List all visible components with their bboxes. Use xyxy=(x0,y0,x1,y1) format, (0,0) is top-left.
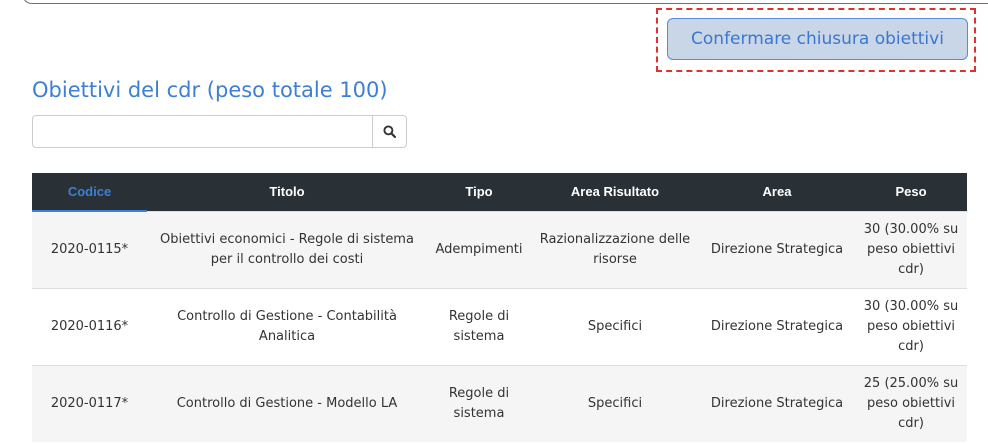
objectives-table: Codice Titolo Tipo Area Risultato Area P… xyxy=(32,173,967,442)
confirm-close-objectives-button[interactable]: Confermare chiusura obiettivi xyxy=(667,18,968,60)
cell-codice: 2020-0116* xyxy=(32,287,147,365)
cell-peso: 25 (25.00% su peso obiettivi cdr) xyxy=(855,364,967,442)
cell-area-risultato: Specifici xyxy=(531,287,699,365)
search-input[interactable] xyxy=(32,115,372,148)
table-header-row: Codice Titolo Tipo Area Risultato Area P… xyxy=(32,173,967,212)
table-row[interactable]: 2020-0116* Controllo di Gestione - Conta… xyxy=(32,287,967,365)
search-group xyxy=(32,115,407,148)
column-header-titolo[interactable]: Titolo xyxy=(147,173,427,211)
column-header-peso[interactable]: Peso xyxy=(855,173,967,211)
cell-area-risultato: Specifici xyxy=(531,364,699,442)
cell-peso: 30 (30.00% su peso obiettivi cdr) xyxy=(855,210,967,288)
cell-area: Direzione Strategica xyxy=(699,210,855,288)
section-title: Obiettivi del cdr (peso totale 100) xyxy=(32,78,388,102)
search-icon xyxy=(383,125,396,138)
column-header-area-risultato[interactable]: Area Risultato xyxy=(531,173,699,211)
column-header-area[interactable]: Area xyxy=(699,173,855,211)
table-row[interactable]: 2020-0115* Obiettivi economici - Regole … xyxy=(32,210,967,288)
cell-titolo: Obiettivi economici - Regole di sistema … xyxy=(147,210,427,288)
cell-area-risultato: Razionalizzazione delle risorse xyxy=(531,210,699,288)
cell-tipo: Regole di sistema xyxy=(427,287,531,365)
column-header-tipo[interactable]: Tipo xyxy=(427,173,531,211)
cell-peso: 30 (30.00% su peso obiettivi cdr) xyxy=(855,287,967,365)
cell-tipo: Regole di sistema xyxy=(427,364,531,442)
cell-area: Direzione Strategica xyxy=(699,287,855,365)
table-row[interactable]: 2020-0117* Controllo di Gestione - Model… xyxy=(32,364,967,442)
cell-tipo: Adempimenti xyxy=(427,210,531,288)
cell-titolo: Controllo di Gestione - Modello LA xyxy=(147,364,427,442)
cell-codice: 2020-0115* xyxy=(32,210,147,288)
column-header-codice[interactable]: Codice xyxy=(32,173,147,212)
cell-codice: 2020-0117* xyxy=(32,364,147,442)
search-button[interactable] xyxy=(372,115,407,148)
cell-area: Direzione Strategica xyxy=(699,364,855,442)
cell-titolo: Controllo di Gestione - Contabilità Anal… xyxy=(147,287,427,365)
top-panel-edge xyxy=(22,0,988,4)
